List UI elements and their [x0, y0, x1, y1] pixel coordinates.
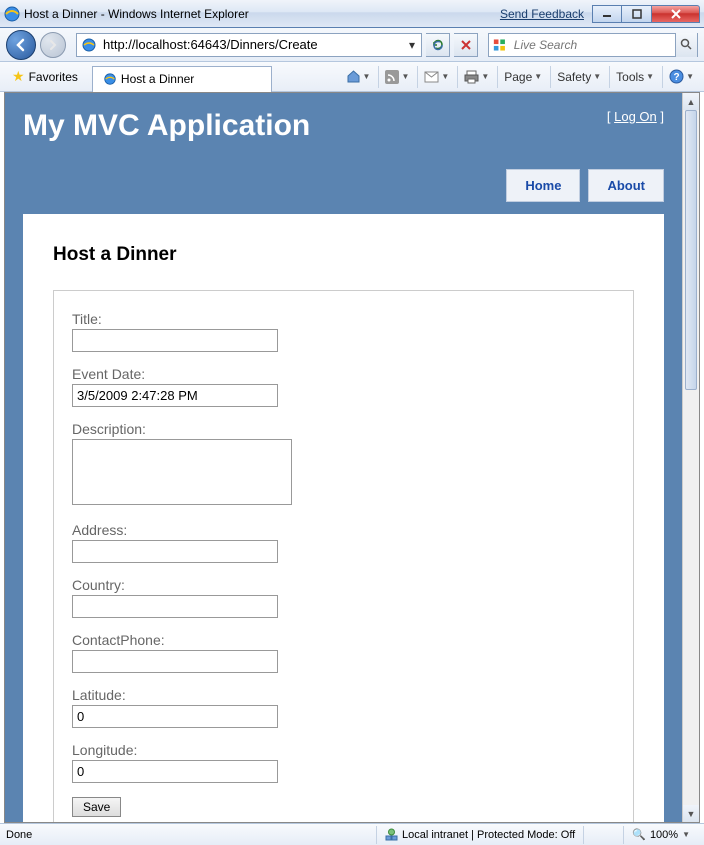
- contactphone-input[interactable]: [72, 650, 278, 673]
- title-input[interactable]: [72, 329, 278, 352]
- page-heading: Host a Dinner: [53, 244, 634, 266]
- window-maximize-button[interactable]: [622, 5, 652, 23]
- country-label: Country:: [72, 577, 615, 593]
- window-titlebar: Host a Dinner - Windows Internet Explore…: [0, 0, 704, 28]
- intranet-icon: [385, 828, 398, 841]
- country-input[interactable]: [72, 595, 278, 618]
- mail-button[interactable]: ▼: [417, 66, 455, 88]
- browser-tab[interactable]: Host a Dinner: [92, 66, 272, 92]
- eventdate-input[interactable]: [72, 384, 278, 407]
- page-menu[interactable]: Page▼: [497, 66, 548, 88]
- svg-text:?: ?: [674, 72, 680, 83]
- search-input[interactable]: [510, 36, 675, 54]
- description-label: Description:: [72, 421, 615, 437]
- tools-menu[interactable]: Tools▼: [609, 66, 660, 88]
- contactphone-label: ContactPhone:: [72, 632, 615, 648]
- nav-home[interactable]: Home: [506, 169, 580, 202]
- longitude-label: Longitude:: [72, 742, 615, 758]
- address-dropdown-icon[interactable]: ▾: [403, 38, 421, 52]
- window-close-button[interactable]: [652, 5, 700, 23]
- vertical-scrollbar[interactable]: ▲ ▼: [682, 93, 699, 822]
- status-zone[interactable]: Local intranet | Protected Mode: Off: [376, 826, 583, 844]
- rss-icon: [385, 70, 399, 84]
- nav-about[interactable]: About: [588, 169, 664, 202]
- feeds-button[interactable]: ▼: [378, 66, 415, 88]
- search-button[interactable]: [675, 33, 697, 57]
- eventdate-label: Event Date:: [72, 366, 615, 382]
- home-icon: [346, 69, 361, 84]
- window-title: Host a Dinner - Windows Internet Explore…: [24, 7, 500, 21]
- status-text: Done: [6, 829, 376, 841]
- status-spacer: [583, 826, 623, 844]
- zoom-icon: 🔍: [632, 828, 646, 841]
- favorites-label: Favorites: [29, 70, 78, 84]
- address-label: Address:: [72, 522, 615, 538]
- scroll-down-button[interactable]: ▼: [683, 805, 699, 822]
- refresh-button[interactable]: [426, 33, 450, 57]
- address-bar: ▾: [76, 33, 422, 57]
- page-icon: [81, 37, 97, 53]
- browser-command-bar: ★ Favorites Host a Dinner ▼ ▼ ▼ ▼ Page▼ …: [0, 62, 704, 92]
- tab-page-icon: [103, 72, 117, 86]
- latitude-input[interactable]: [72, 705, 278, 728]
- help-icon: ?: [669, 69, 684, 84]
- status-bar: Done Local intranet | Protected Mode: Of…: [0, 823, 704, 845]
- live-search-icon: [492, 37, 507, 53]
- browser-viewport: My MVC Application [ Log On ] Home About…: [4, 92, 700, 823]
- title-label: Title:: [72, 311, 615, 327]
- app-title: My MVC Application: [23, 109, 310, 143]
- address-input-field[interactable]: [72, 540, 278, 563]
- print-icon: [464, 70, 479, 84]
- form-fieldset: Title: Event Date: Description: Address:…: [53, 290, 634, 822]
- home-button[interactable]: ▼: [340, 66, 377, 88]
- browser-navbar: ▾: [0, 28, 704, 62]
- main-panel: Host a Dinner Title: Event Date: Descrip…: [23, 214, 664, 822]
- zoom-control[interactable]: 🔍 100% ▼: [623, 826, 698, 844]
- star-icon: ★: [12, 68, 25, 85]
- address-input[interactable]: [101, 35, 403, 54]
- latitude-label: Latitude:: [72, 687, 615, 703]
- longitude-input[interactable]: [72, 760, 278, 783]
- safety-menu[interactable]: Safety▼: [550, 66, 607, 88]
- logon-link[interactable]: Log On: [614, 109, 657, 124]
- page-body: My MVC Application [ Log On ] Home About…: [5, 93, 682, 822]
- mail-icon: [424, 71, 439, 83]
- back-button[interactable]: [6, 30, 36, 60]
- scroll-thumb[interactable]: [685, 110, 697, 390]
- forward-button[interactable]: [40, 32, 66, 58]
- save-button[interactable]: Save: [72, 797, 121, 817]
- window-minimize-button[interactable]: [592, 5, 622, 23]
- zoom-dropdown-icon: ▼: [682, 830, 690, 839]
- scroll-up-button[interactable]: ▲: [683, 93, 699, 110]
- favorites-button[interactable]: ★ Favorites: [4, 66, 86, 87]
- description-input[interactable]: [72, 439, 292, 505]
- ie-icon: [4, 6, 20, 22]
- tab-title: Host a Dinner: [121, 72, 194, 86]
- stop-button[interactable]: [454, 33, 478, 57]
- logon-section: [ Log On ]: [607, 109, 664, 124]
- help-button[interactable]: ?▼: [662, 66, 700, 88]
- print-button[interactable]: ▼: [457, 66, 495, 88]
- send-feedback-link[interactable]: Send Feedback: [500, 7, 584, 21]
- search-bar: [488, 33, 698, 57]
